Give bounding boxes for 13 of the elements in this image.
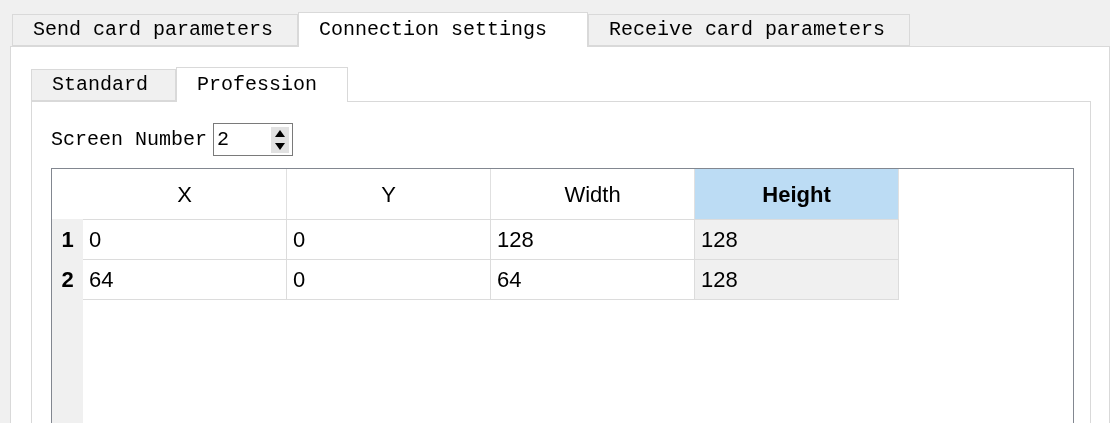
- column-header[interactable]: Height: [695, 169, 899, 219]
- tab[interactable]: Connection settings: [298, 12, 588, 47]
- table-cell: 128: [695, 260, 899, 299]
- field-label: Screen Number: [51, 126, 208, 153]
- tab[interactable]: Receive card parameters: [588, 14, 910, 46]
- spin-box[interactable]: 2: [213, 123, 294, 156]
- row-header[interactable]: 1: [52, 219, 83, 259]
- row-header[interactable]: 2: [52, 259, 83, 299]
- spin-value: 2: [216, 126, 231, 153]
- tab[interactable]: Profession: [176, 67, 348, 102]
- tab[interactable]: Standard: [31, 69, 176, 101]
- table-cell: 128: [695, 220, 899, 259]
- tab[interactable]: Send card parameters: [12, 14, 298, 46]
